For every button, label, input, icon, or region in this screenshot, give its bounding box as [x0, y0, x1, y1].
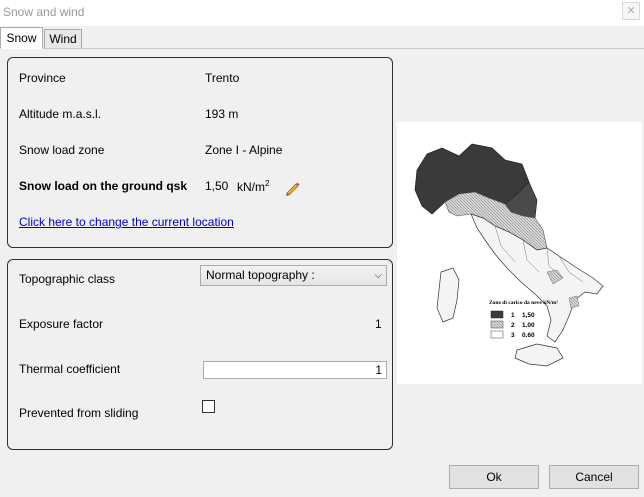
legend-value-2: 1.00: [522, 322, 535, 329]
qsk-label: Snow load on the ground qsk: [19, 179, 187, 193]
exposure-label: Exposure factor: [19, 317, 104, 331]
legend-value-1: 1,50: [522, 312, 535, 319]
topographic-select[interactable]: Normal topography : ⌵: [200, 265, 387, 286]
altitude-value: 193 m: [205, 107, 239, 121]
legend-swatch-zone-1: [490, 310, 504, 319]
exposure-value: 1: [375, 317, 382, 331]
snow-zone-value: Zone I - Alpine: [205, 143, 283, 157]
close-icon[interactable]: ✕: [622, 2, 640, 20]
legend-swatch-zone-2: [490, 320, 504, 329]
ok-button[interactable]: Ok: [449, 465, 539, 489]
legend-zone-1: 1: [511, 312, 515, 319]
tab-wind[interactable]: Wind: [44, 29, 82, 49]
topographic-label: Topographic class: [19, 272, 116, 286]
legend-swatch-zone-3: [490, 330, 504, 339]
snow-zone-map: Zone di carico da neve kN/m² 1 1,50 2 1.…: [397, 122, 642, 384]
legend-zone-2: 2: [511, 322, 515, 329]
chevron-down-icon: ⌵: [374, 270, 382, 281]
province-label: Province: [19, 71, 66, 85]
sliding-label: Prevented from sliding: [19, 406, 139, 420]
title-bar: Snow and wind ✕: [0, 0, 644, 26]
province-value: Trento: [205, 71, 240, 85]
change-location-link[interactable]: Click here to change the current locatio…: [19, 215, 234, 229]
pencil-icon[interactable]: [283, 179, 301, 197]
thermal-label: Thermal coefficient: [19, 362, 121, 376]
legend-value-3: 0.60: [522, 332, 535, 339]
coefficients-panel: Topographic class Normal topography : ⌵ …: [7, 259, 393, 450]
tab-strip: Snow Wind: [0, 27, 644, 49]
topographic-selected: Normal topography :: [206, 268, 315, 282]
cancel-button[interactable]: Cancel: [549, 465, 639, 489]
altitude-label: Altitude m.a.s.l.: [19, 107, 102, 121]
legend-zone-3: 3: [511, 332, 515, 339]
location-panel: Province Trento Altitude m.a.s.l. 193 m …: [7, 57, 393, 248]
qsk-unit: kN/m2: [237, 179, 270, 194]
thermal-input[interactable]: 1: [203, 361, 387, 379]
sliding-checkbox[interactable]: [202, 400, 215, 413]
window-title: Snow and wind: [3, 5, 85, 19]
snow-zone-label: Snow load zone: [19, 143, 105, 157]
tab-snow[interactable]: Snow: [0, 27, 43, 49]
map-legend-title: Zone di carico da neve kN/m²: [489, 300, 558, 306]
tab-divider: [0, 48, 644, 49]
qsk-value: 1,50: [205, 179, 229, 193]
